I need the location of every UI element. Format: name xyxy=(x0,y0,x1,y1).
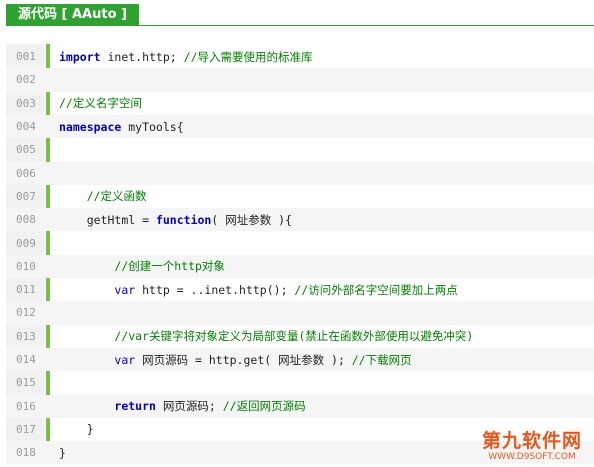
code-token: 网页源码; xyxy=(155,399,223,414)
line-number: 018 xyxy=(16,446,36,460)
code-language-tag: 源代码 [ AAuto ] xyxy=(6,4,139,26)
line-number: 011 xyxy=(16,283,36,297)
code-text: namespace myTools{ xyxy=(59,120,184,134)
code-line: 004 namespace myTools{ xyxy=(6,114,594,139)
code-token: getHtml = xyxy=(86,212,156,227)
line-number: 009 xyxy=(16,236,36,250)
code-text: } xyxy=(59,446,66,460)
code-token: } xyxy=(59,445,66,460)
code-token: http = ..inet.http(); xyxy=(135,282,295,297)
line-number: 012 xyxy=(16,306,36,320)
code-text: //创建一个http对象 xyxy=(59,258,225,274)
code-block: 001 import inet.http; //导入需要使用的标准库 002 003 /… xyxy=(6,38,594,465)
code-text: getHtml = function( 网址参数 ){ xyxy=(59,212,292,228)
line-number: 007 xyxy=(16,189,36,203)
code-keyword: return xyxy=(114,399,156,414)
code-line: 009 xyxy=(6,231,594,254)
line-number: 010 xyxy=(16,259,36,273)
code-line: 016 return 网页源码; //返回网页源码 xyxy=(6,394,594,418)
code-line: 011 var http = ..inet.http(); //访问外部名字空间… xyxy=(6,278,594,301)
code-line: 010 //创建一个http对象 xyxy=(6,254,594,278)
code-token: myTools{ xyxy=(121,119,184,134)
code-comment: //访问外部名字空间要加上两点 xyxy=(294,282,458,297)
code-text: //定义函数 xyxy=(59,188,147,204)
code-line: 006 xyxy=(6,161,594,185)
watermark-title: 第九软件网 xyxy=(481,430,582,452)
code-comment: //导入需要使用的标准库 xyxy=(183,49,313,64)
code-text: return 网页源码; //返回网页源码 xyxy=(59,398,306,414)
line-number: 015 xyxy=(16,376,36,390)
line-number: 004 xyxy=(16,120,36,134)
code-keyword: import xyxy=(59,49,101,64)
watermark-url: WWW.D9SOFT.COM xyxy=(488,452,576,462)
code-token: ( 网址参数 ){ xyxy=(211,212,292,227)
code-line: 005 xyxy=(6,138,594,161)
code-text: var 网页源码 = http.get( 网址参数 ); //下载网页 xyxy=(59,352,412,368)
code-token: 网页源码 = http.get( 网址参数 ); xyxy=(135,352,352,367)
code-text: import inet.http; //导入需要使用的标准库 xyxy=(59,49,313,65)
code-line: 008 getHtml = function( 网址参数 ){ xyxy=(6,208,594,232)
code-keyword: var xyxy=(114,282,136,297)
code-comment: //var关键字将对象定义为局部变量(禁止在函数外部使用以避免冲突) xyxy=(114,329,474,344)
code-token: inet.http; xyxy=(100,49,184,64)
code-line: 001 import inet.http; //导入需要使用的标准库 xyxy=(6,45,594,68)
site-watermark-logo: 第九软件网 WWW.D9SOFT.COM xyxy=(476,431,588,465)
code-comment: //定义名字空间 xyxy=(59,96,142,111)
code-comment: //创建一个http对象 xyxy=(114,259,225,274)
code-comment: //下载网页 xyxy=(351,352,412,367)
code-line: 007 //定义函数 xyxy=(6,185,594,208)
line-number: 008 xyxy=(16,213,36,227)
line-number: 006 xyxy=(16,166,36,180)
code-comment: //定义函数 xyxy=(86,189,147,204)
code-text: //定义名字空间 xyxy=(59,95,142,111)
code-keyword: var xyxy=(114,352,136,367)
code-text: //var关键字将对象定义为局部变量(禁止在函数外部使用以避免冲突) xyxy=(59,328,473,344)
code-keyword: namespace xyxy=(59,119,122,134)
code-token: } xyxy=(86,422,94,437)
code-keyword: function xyxy=(155,212,212,227)
code-line: 013 //var关键字将对象定义为局部变量(禁止在函数外部使用以避免冲突) xyxy=(6,325,594,348)
code-text: var http = ..inet.http(); //访问外部名字空间要加上两… xyxy=(59,282,458,298)
line-number: 001 xyxy=(16,50,36,64)
code-line: 002 xyxy=(6,68,594,92)
line-number: 017 xyxy=(16,422,36,436)
code-line: 015 xyxy=(6,371,594,394)
code-comment: //返回网页源码 xyxy=(222,399,306,414)
line-number: 005 xyxy=(16,143,36,157)
code-line: 003 //定义名字空间 xyxy=(6,92,594,115)
code-line: 014 var 网页源码 = http.get( 网址参数 ); //下载网页 xyxy=(6,347,594,372)
line-number: 016 xyxy=(16,399,36,413)
header-divider xyxy=(6,25,594,26)
code-text: } xyxy=(59,422,94,436)
line-number: 013 xyxy=(16,329,36,343)
line-number: 014 xyxy=(16,353,36,367)
line-number: 003 xyxy=(16,96,36,110)
code-line: 012 xyxy=(6,301,594,325)
line-number: 002 xyxy=(16,73,36,87)
